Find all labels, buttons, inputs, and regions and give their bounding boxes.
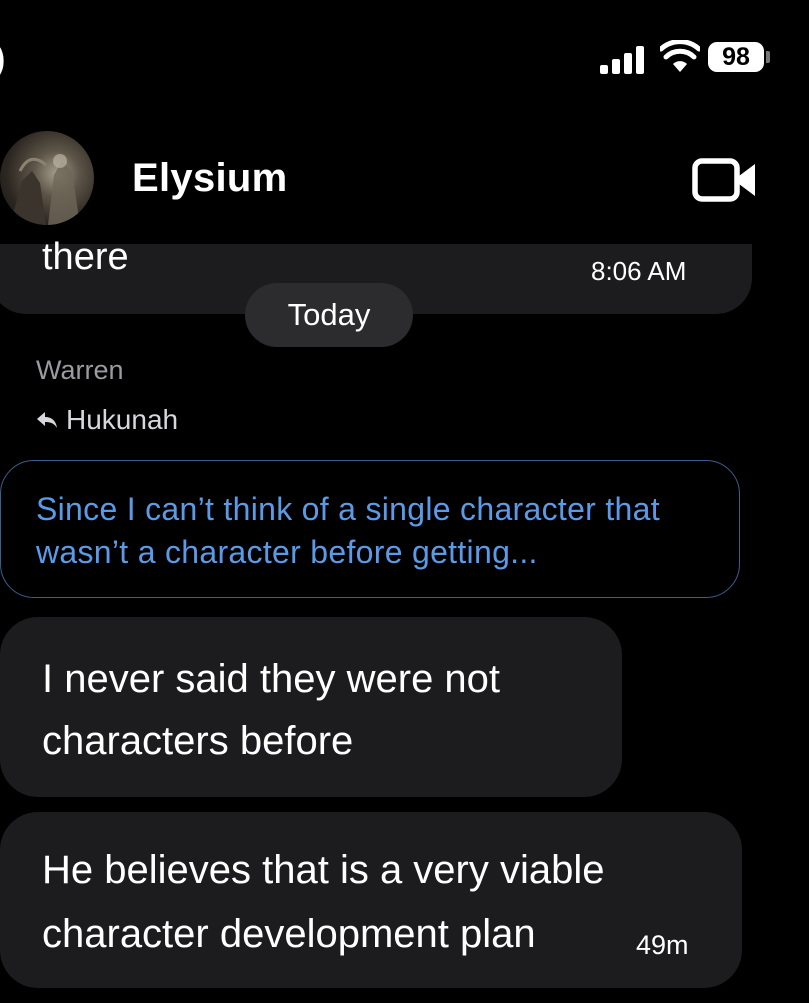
reply-arrow-icon	[37, 412, 57, 428]
quoted-message-text: Since I can’t think of a single characte…	[36, 491, 660, 570]
previous-message-time: 8:06 AM	[591, 256, 687, 286]
reply-target-name: Hukunah	[66, 404, 179, 435]
message-text: I never said they were not characters be…	[42, 657, 501, 763]
reply-indicator[interactable]: Hukunah	[36, 404, 178, 436]
message-text: He believes that is a very viable charac…	[42, 848, 605, 956]
video-camera-icon[interactable]	[692, 156, 758, 204]
previous-message-text: there	[42, 236, 129, 278]
battery-icon: 98	[708, 42, 764, 72]
avatar-image	[10, 154, 80, 225]
status-left-glyph: )	[0, 40, 5, 79]
battery-nub	[766, 51, 770, 63]
day-separator: Today	[245, 283, 413, 347]
wifi-icon	[660, 40, 700, 72]
chat-title[interactable]: Elysium	[132, 156, 288, 201]
avatar[interactable]	[0, 131, 94, 225]
sender-name: Warren	[36, 355, 124, 385]
cellular-signal-icon	[600, 46, 646, 74]
message-time: 49m	[636, 930, 689, 960]
